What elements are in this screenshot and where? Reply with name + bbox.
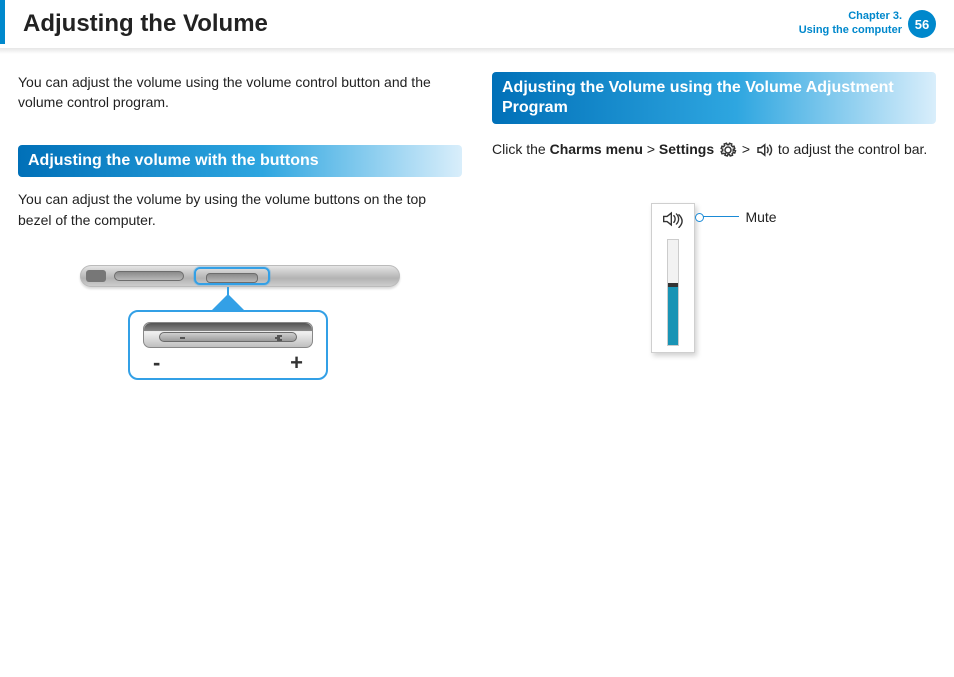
volume-slider-fill	[668, 287, 678, 345]
mute-speaker-icon[interactable]	[662, 210, 684, 233]
volume-button-highlight	[194, 267, 270, 285]
device-top-bezel	[80, 265, 400, 287]
instr-sep2: >	[738, 141, 754, 157]
instr-suffix: to adjust the control bar.	[774, 141, 927, 157]
volume-plus-label: +	[290, 350, 303, 376]
bezel-port	[86, 270, 106, 282]
page-title: Adjusting the Volume	[23, 10, 268, 38]
device-illustration: - +	[18, 265, 462, 380]
section-header-program: Adjusting the Volume using the Volume Ad…	[492, 72, 936, 124]
section-header-buttons: Adjusting the volume with the buttons	[18, 145, 462, 177]
speaker-icon	[755, 141, 773, 159]
section-text-buttons: You can adjust the volume by using the v…	[18, 189, 462, 231]
mute-callout: Mute	[701, 209, 776, 225]
instruction-text: Click the Charms menu > Settings > to ad…	[492, 136, 936, 163]
bezel-button	[114, 271, 184, 281]
instr-charms: Charms menu	[550, 141, 643, 157]
instr-sep1: >	[643, 141, 659, 157]
volume-rocker	[143, 322, 313, 348]
callout-leader-line	[701, 216, 739, 217]
callout-arrow	[212, 294, 244, 310]
settings-gear-icon	[719, 141, 737, 159]
chapter-label: Chapter 3. Using the computer	[799, 10, 902, 38]
volume-button-zoom: - +	[128, 310, 328, 380]
instr-prefix: Click the	[492, 141, 550, 157]
volume-minus-label: -	[153, 350, 160, 376]
chapter-line1: Chapter 3.	[799, 10, 902, 24]
instr-settings: Settings	[659, 141, 714, 157]
volume-slider-popup	[651, 203, 695, 353]
mute-label: Mute	[745, 209, 776, 225]
page-number-badge: 56	[908, 10, 936, 38]
volume-slider-track[interactable]	[667, 239, 679, 346]
intro-text: You can adjust the volume using the volu…	[18, 72, 462, 113]
chapter-line2: Using the computer	[799, 24, 902, 38]
